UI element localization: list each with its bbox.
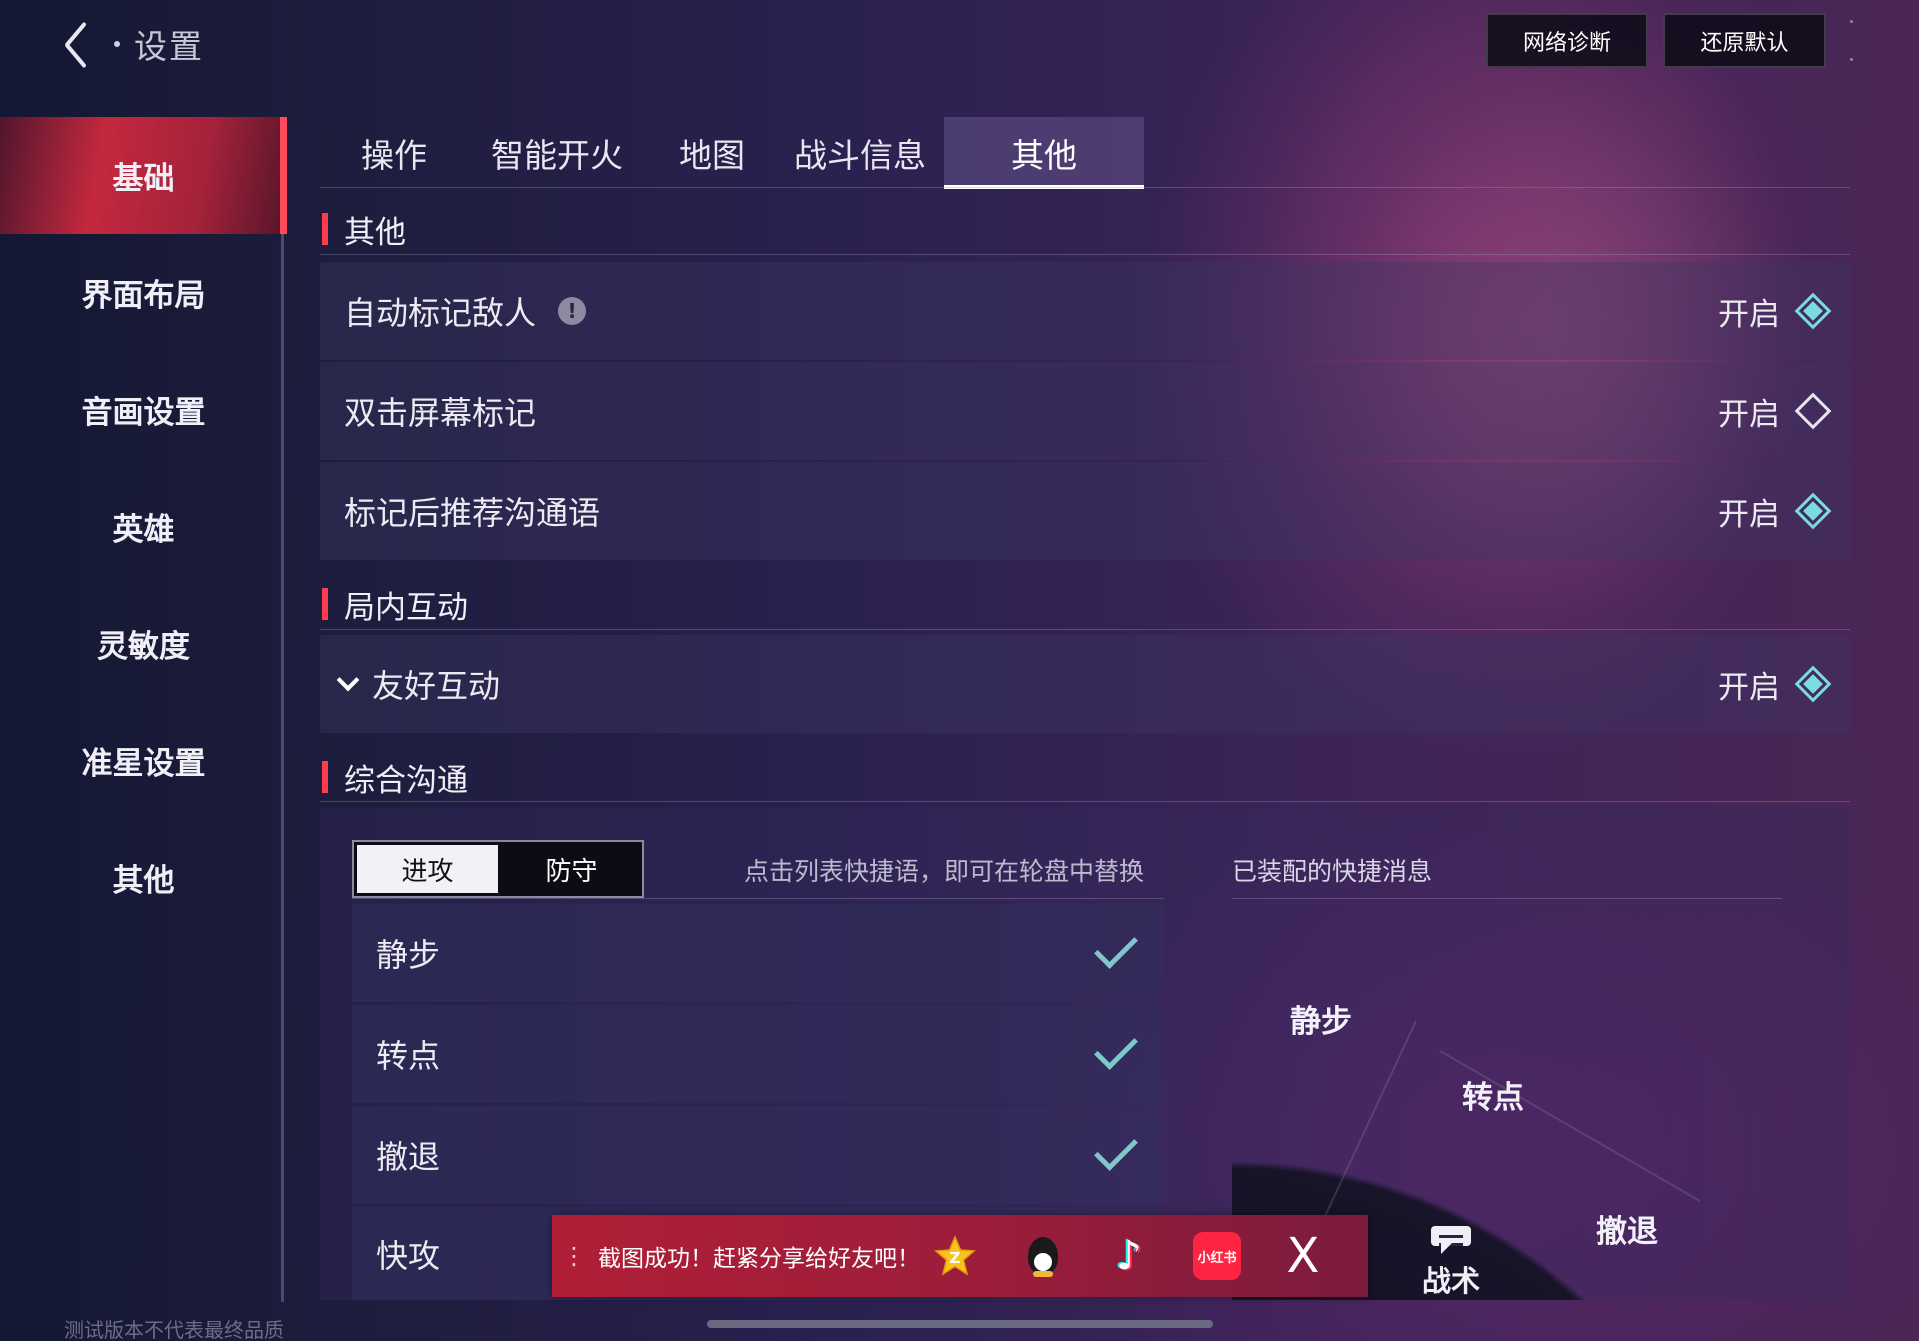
divider [320,254,1850,255]
quick-phrase-item[interactable]: 静步 [352,904,1164,1002]
divider [320,629,1850,630]
setting-value: 开启 [1718,669,1780,706]
network-diagnosis-button[interactable]: 网络诊断 [1486,13,1648,68]
page-title: 设置 [134,27,204,66]
segment-defense[interactable]: 防守 [501,842,642,896]
tactic-label: 战术 [1421,1264,1480,1298]
corner-dot [1850,20,1853,23]
quick-phrase-label: 静步 [376,936,441,974]
attack-defense-switch: 进攻 防守 [352,840,644,898]
hint-text: 点击列表快捷语，即可在轮盘中替换 [744,857,1145,886]
toast-message: 截图成功！赶紧分享给好友吧！ [598,1246,920,1272]
check-icon [1094,1026,1138,1070]
divider [1232,898,1782,899]
sidebar-divider [281,234,284,1302]
check-icon [1094,1127,1138,1171]
home-indicator[interactable] [707,1320,1213,1328]
setting-label: 双击屏幕标记 [344,394,537,432]
qq-share-icon[interactable] [1018,1231,1068,1281]
section-title-interaction: 局内互动 [322,582,468,626]
check-icon [1094,925,1138,969]
divider [320,187,1850,188]
wheel-item[interactable]: 撤退 [1596,1206,1658,1251]
tactic-wheel-item[interactable]: 战术 [1416,1226,1486,1300]
toggle-on-icon[interactable] [1794,492,1832,530]
section-title-comm: 综合沟通 [322,755,468,799]
drag-handle-icon[interactable]: ⋮ [562,1244,586,1268]
sidebar-item-hero[interactable]: 英雄 [0,468,287,585]
divider [352,898,1164,899]
setting-row-double-tap-mark[interactable]: 双击屏幕标记 开启 [320,362,1850,460]
chevron-down-icon[interactable] [336,668,360,692]
section-title-other: 其他 [322,207,406,251]
xiaohongshu-share-icon[interactable]: 小红书 [1192,1231,1242,1281]
restore-defaults-button[interactable]: 还原默认 [1663,13,1826,68]
sidebar-item-basic[interactable]: 基础 [0,117,287,234]
setting-row-recommend-phrase[interactable]: 标记后推荐沟通语 开启 [320,462,1850,560]
sidebar-item-audio-video[interactable]: 音画设置 [0,351,287,468]
tab-combat-info[interactable]: 战斗信息 [776,117,944,189]
dot-icon [114,41,120,47]
quick-phrase-item[interactable]: 转点 [352,1005,1164,1103]
toggle-on-icon[interactable] [1794,665,1832,703]
tab-map[interactable]: 地图 [648,117,776,189]
quick-phrase-item[interactable]: 撤退 [352,1106,1164,1204]
toggle-on-icon[interactable] [1794,292,1832,330]
tab-bar: 操作 智能开火 地图 战斗信息 其他 [322,117,1144,189]
back-arrow-icon [60,14,100,74]
watermark: 测试版本不代表最终品质 [64,1318,284,1341]
x-share-icon[interactable]: X [1278,1228,1328,1284]
setting-row-friendly-interaction[interactable]: 友好互动 开启 [320,635,1850,733]
segment-attack[interactable]: 进攻 [357,845,498,893]
setting-label: 友好互动 [372,667,501,705]
quick-phrase-label: 快攻 [376,1236,441,1275]
xiaohongshu-label: 小红书 [1193,1232,1241,1280]
chat-bubble-icon [1431,1226,1471,1254]
tab-other[interactable]: 其他 [944,117,1144,189]
qzone-share-icon[interactable]: Z [930,1231,980,1281]
setting-row-auto-mark-enemy[interactable]: 自动标记敌人 ! 开启 [320,262,1850,360]
toggle-off-icon[interactable] [1794,392,1832,430]
svg-text:Z: Z [950,1249,961,1267]
tab-operation[interactable]: 操作 [322,117,466,189]
equipped-title: 已装配的快捷消息 [1232,857,1433,886]
screenshot-share-toast: ⋮ 截图成功！赶紧分享给好友吧！ Z ♪ 小红书 X [552,1215,1368,1297]
tab-smart-fire[interactable]: 智能开火 [466,117,648,189]
quick-phrase-label: 撤退 [376,1138,441,1176]
setting-value: 开启 [1718,296,1780,333]
setting-value: 开启 [1718,396,1780,433]
setting-label: 自动标记敌人 [344,294,537,332]
info-icon[interactable]: ! [558,297,587,325]
sidebar: 基础 界面布局 音画设置 英雄 灵敏度 准星设置 其他 [0,117,287,936]
back-button[interactable]: 设置 [60,14,204,74]
sidebar-item-layout[interactable]: 界面布局 [0,234,287,351]
setting-label: 标记后推荐沟通语 [344,494,601,532]
sidebar-item-sensitivity[interactable]: 灵敏度 [0,585,287,702]
corner-dot [1850,58,1853,61]
wheel-item[interactable]: 静步 [1290,996,1352,1041]
divider [320,801,1850,802]
sidebar-item-crosshair[interactable]: 准星设置 [0,702,287,819]
douyin-share-icon[interactable]: ♪ [1104,1231,1154,1281]
setting-value: 开启 [1718,496,1780,533]
wheel-item[interactable]: 转点 [1462,1072,1524,1117]
sidebar-item-other[interactable]: 其他 [0,819,287,936]
quick-phrase-label: 转点 [376,1037,441,1075]
qq-penguin-icon [1028,1237,1058,1277]
